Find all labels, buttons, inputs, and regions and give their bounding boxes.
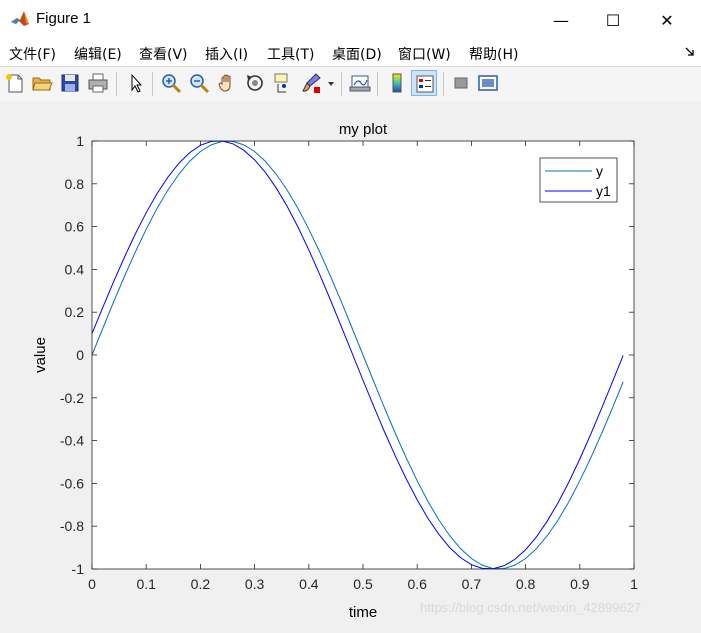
- close-icon: ✕: [660, 10, 674, 30]
- watermark: https://blog.csdn.net/weixin_42899627: [420, 600, 642, 615]
- y-tick-label: 0.2: [65, 304, 85, 320]
- y-tick-label: 1: [76, 133, 84, 149]
- window-title: Figure 1: [36, 10, 92, 27]
- pan-icon[interactable]: [216, 72, 238, 94]
- legend-button[interactable]: [411, 70, 437, 96]
- toolbar-separator: [341, 72, 342, 96]
- new-figure-icon[interactable]: [4, 72, 26, 94]
- menu-tools[interactable]: 工具(T): [267, 44, 314, 64]
- window-titlebar: Figure 1 — ☐ ✕: [0, 0, 701, 40]
- menu-insert[interactable]: 插入(I): [205, 44, 248, 64]
- print-icon[interactable]: [87, 72, 109, 94]
- menu-desktop[interactable]: 桌面(D): [332, 44, 382, 64]
- menu-help[interactable]: 帮助(H): [469, 44, 518, 64]
- open-file-icon[interactable]: [31, 72, 53, 94]
- x-tick-label: 0: [88, 576, 96, 592]
- menu-bar: 文件(F) 编辑(E) 查看(V) 插入(I) 工具(T) 桌面(D) 窗口(W…: [0, 40, 701, 66]
- y-tick-label: 0.4: [65, 261, 85, 277]
- data-cursor-icon[interactable]: [272, 72, 294, 94]
- legend-label-y1: y1: [596, 183, 611, 199]
- hide-plot-tools-icon[interactable]: [450, 72, 472, 94]
- chart-title: my plot: [339, 121, 388, 138]
- y-tick-label: 0: [76, 347, 84, 363]
- zoom-out-icon[interactable]: [188, 72, 210, 94]
- y-axis-label: value: [32, 337, 49, 373]
- toolbar-separator: [377, 72, 378, 96]
- toolbar-separator: [443, 72, 444, 96]
- chevron-down-icon[interactable]: [327, 81, 335, 87]
- minimize-icon: —: [553, 10, 569, 30]
- x-tick-label: 0.4: [299, 576, 319, 592]
- zoom-in-icon[interactable]: [160, 72, 182, 94]
- x-tick-label: 1: [630, 576, 638, 592]
- figure-toolbar: [0, 66, 701, 102]
- x-tick-label: 0.7: [462, 576, 482, 592]
- save-icon[interactable]: [59, 72, 81, 94]
- y-tick-label: -0.4: [60, 433, 84, 449]
- x-tick-label: 0.1: [136, 576, 156, 592]
- menu-file[interactable]: 文件(F): [9, 44, 56, 64]
- toolbar-separator: [116, 72, 117, 96]
- colorbar-icon[interactable]: [386, 72, 408, 94]
- close-button[interactable]: ✕: [641, 0, 693, 40]
- x-axis-label: time: [349, 604, 377, 621]
- legend[interactable]: y y1: [539, 157, 618, 203]
- y-tick-label: -0.8: [60, 518, 84, 534]
- x-tick-label: 0.6: [407, 576, 427, 592]
- x-tick-label: 0.5: [353, 576, 373, 592]
- matlab-logo-icon: [10, 9, 30, 29]
- y-tick-label: 0.8: [65, 176, 85, 192]
- x-tick-label: 0.3: [245, 576, 265, 592]
- x-tick-label: 0.9: [570, 576, 590, 592]
- x-tick-label: 0.8: [516, 576, 536, 592]
- menu-window[interactable]: 窗口(W): [398, 44, 451, 64]
- menu-view[interactable]: 查看(V): [139, 44, 188, 64]
- legend-label-y: y: [596, 163, 603, 179]
- rotate-3d-icon[interactable]: [244, 72, 266, 94]
- legend-icon: [416, 75, 434, 93]
- minimize-button[interactable]: —: [535, 0, 587, 40]
- toolbar-separator: [152, 72, 153, 96]
- dock-arrow-icon[interactable]: [685, 47, 695, 57]
- show-plot-tools-icon[interactable]: [477, 72, 499, 94]
- y-tick-label: 0.6: [65, 219, 85, 235]
- maximize-icon: ☐: [605, 10, 621, 30]
- figure-canvas: 0 0.1 0.2 0.3 0.4 0.5 0.6 0.7 0.8 0.9 1 1 0.8 0.6 0.4 0…: [0, 101, 701, 629]
- line-chart: 0 0.1 0.2 0.3 0.4 0.5 0.6 0.7 0.8 0.9 1 1 0.8 0.6 0.4 0…: [32, 121, 638, 621]
- y-tick-label: -0.2: [60, 390, 84, 406]
- maximize-button[interactable]: ☐: [587, 0, 639, 40]
- x-tick-label: 0.2: [191, 576, 211, 592]
- y-tick-label: -0.6: [60, 475, 84, 491]
- menu-edit[interactable]: 编辑(E): [74, 44, 122, 64]
- pointer-icon[interactable]: [125, 72, 147, 94]
- brush-icon[interactable]: [300, 72, 322, 94]
- y-tick-label: -1: [72, 561, 85, 577]
- link-plot-icon[interactable]: [349, 72, 371, 94]
